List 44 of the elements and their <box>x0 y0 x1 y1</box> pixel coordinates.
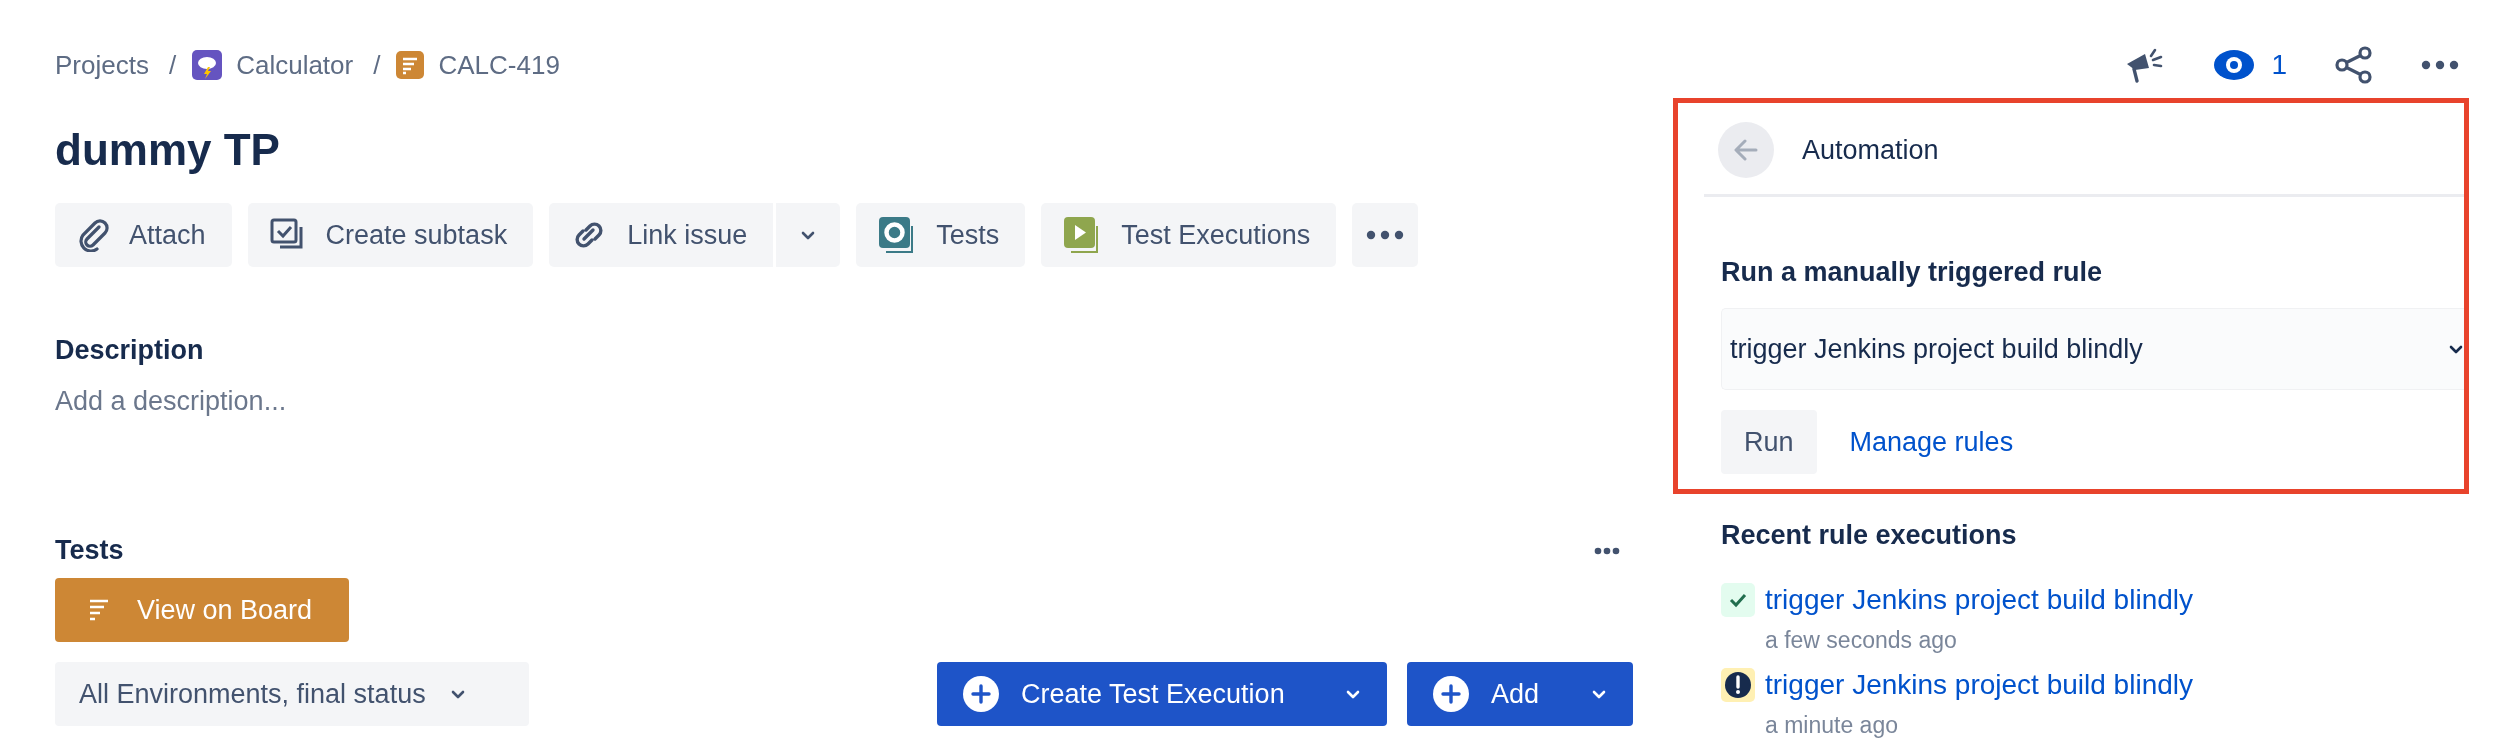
create-test-execution-button[interactable]: Create Test Execution <box>937 662 1387 726</box>
subtask-button[interactable]: Create subtask <box>247 203 534 267</box>
executions-button[interactable]: Test Executions <box>1041 203 1337 267</box>
rule-select[interactable]: trigger Jenkins project build blindly <box>1721 308 2464 390</box>
execution-time: a few seconds ago <box>1765 627 1957 654</box>
link-issue-button[interactable]: Link issue <box>549 203 774 267</box>
add-button[interactable]: Add <box>1407 662 1633 726</box>
environment-filter-dropdown[interactable]: All Environments, final status <box>55 662 529 726</box>
rule-link[interactable]: trigger Jenkins project build blindly <box>1765 584 2193 616</box>
manage-rules-link[interactable]: Manage rules <box>1849 426 2014 458</box>
rule-link[interactable]: trigger Jenkins project build blindly <box>1765 669 2193 701</box>
plus-icon <box>1433 676 1469 712</box>
share-icon[interactable] <box>2335 46 2373 84</box>
warning-icon <box>1721 668 1755 702</box>
breadcrumb-separator: / <box>168 49 177 81</box>
description-field[interactable]: Add a description... <box>55 386 287 417</box>
tests-heading: Tests <box>55 535 124 566</box>
project-icon <box>192 50 223 80</box>
subtask-icon <box>269 218 306 252</box>
plus-icon <box>963 676 999 712</box>
list-icon <box>89 599 109 621</box>
more-icon <box>1366 230 1405 240</box>
eye-icon <box>2213 49 2256 81</box>
attach-button[interactable]: Attach <box>55 203 232 267</box>
more-icon[interactable] <box>2421 60 2459 70</box>
arrow-left-icon <box>1734 139 1758 161</box>
execution-time: a minute ago <box>1765 712 1898 739</box>
description-heading: Description <box>55 335 205 366</box>
recent-executions-heading: Recent rule executions <box>1721 520 2018 551</box>
breadcrumb-separator: / <box>373 49 381 81</box>
more-button[interactable] <box>1352 203 1419 267</box>
check-icon <box>1721 583 1755 617</box>
breadcrumb-link[interactable]: CALC-419 <box>396 49 560 81</box>
paperclip-icon <box>77 218 109 252</box>
watchers-button[interactable]: 1 <box>2213 49 2287 81</box>
breadcrumb-link[interactable]: Projects <box>55 49 149 81</box>
issue-title[interactable]: dummy TP <box>55 119 1640 181</box>
run-button[interactable]: Run <box>1721 410 1817 474</box>
more-icon[interactable] <box>1594 546 1620 555</box>
story-icon <box>396 51 425 79</box>
breadcrumb-link[interactable]: Calculator <box>192 49 354 81</box>
tests-button[interactable]: Tests <box>856 203 1026 267</box>
run-rule-heading: Run a manually triggered rule <box>1721 257 2104 288</box>
panel-title: Automation <box>1802 134 1939 166</box>
